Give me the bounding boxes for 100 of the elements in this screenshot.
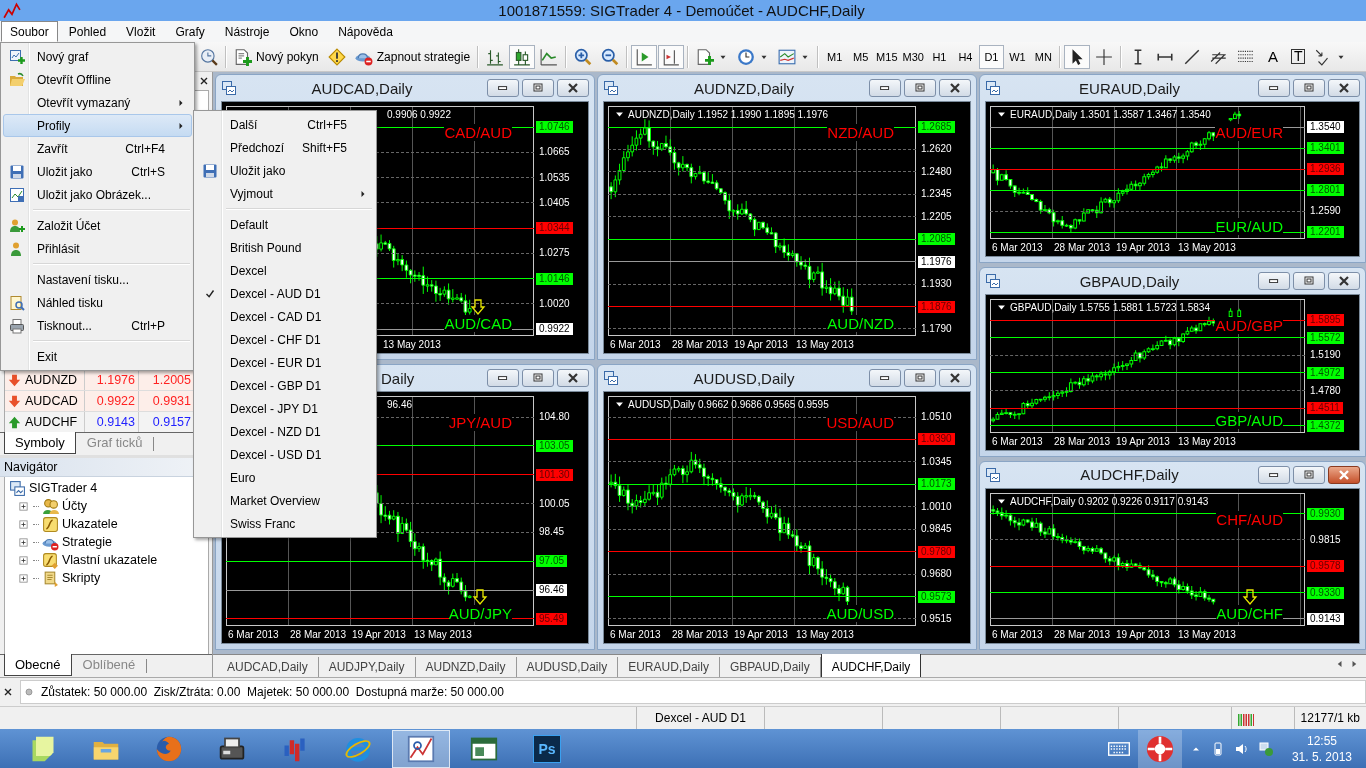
chart-info: AUDNZD,Daily 1.1952 1.1990 1.1895 1.1976	[628, 109, 829, 120]
menu-item[interactable]: Dexcel - AUD D1	[196, 282, 374, 305]
price-label: 1.4972	[1307, 366, 1344, 379]
text-label-button[interactable]: T	[1286, 44, 1310, 69]
price-label: 101.30	[536, 468, 573, 481]
price-label: 1.5190	[1309, 349, 1342, 362]
tree-item[interactable]: Účty	[5, 497, 87, 515]
menu-item[interactable]: Předchozí Shift+F5	[196, 136, 374, 159]
panel-tab[interactable]: Symboly	[4, 432, 76, 454]
menu-item[interactable]: Tisknout... Ctrl+P	[3, 314, 192, 337]
menu-item[interactable]: Nastavení tisku...	[3, 268, 192, 291]
price-label: 103.05	[536, 439, 573, 452]
menu-item[interactable]: Market Overview	[196, 489, 374, 512]
menu-item[interactable]: Default	[196, 213, 374, 236]
date-label: 13 May 2013	[1178, 435, 1237, 447]
price-label: 1.4780	[1309, 384, 1342, 397]
taskbar-button[interactable]: Ps	[518, 730, 576, 768]
price-label: 1.2205	[920, 210, 953, 223]
menu-item[interactable]: British Pound	[196, 236, 374, 259]
price-label: 96.46	[536, 584, 568, 597]
panel-tab[interactable]: Obecné	[4, 654, 72, 676]
menu-item[interactable]: Přihlásit	[3, 237, 192, 260]
pair-label: AUD/GBP	[1215, 317, 1283, 335]
traffic-status: 12177/1 kb	[1300, 711, 1360, 725]
menu-item[interactable]: Založit Účet	[3, 214, 192, 237]
pair-label: USD/AUD	[826, 414, 894, 431]
price-label: 1.0665	[538, 146, 571, 159]
pair-label: EUR/AUD	[1215, 218, 1283, 236]
date-label: 6 Mar 2013	[610, 629, 662, 640]
chart-info: 0.9906 0.9922	[387, 109, 451, 120]
clock-time: 12:55	[1306, 733, 1337, 749]
price-label: 0.9680	[920, 568, 953, 581]
menu-item[interactable]: Soubor	[1, 21, 58, 42]
timeframe-button[interactable]: W1	[1004, 44, 1030, 69]
menu-item[interactable]: Nový graf	[3, 45, 192, 68]
menu-item[interactable]: Pohled	[59, 21, 116, 42]
menu-item[interactable]: Profily	[3, 114, 192, 137]
menu-item[interactable]: Swiss Franc	[196, 512, 374, 535]
pair-label: AUD/CAD	[444, 315, 512, 332]
tree-item[interactable]: Vlastní ukazatele	[5, 551, 158, 569]
price-label: 97.05	[536, 555, 568, 568]
menu-item[interactable]: Okno	[280, 21, 328, 42]
menu-item[interactable]: Uložit jako Ctrl+S	[3, 160, 192, 183]
strategy-button[interactable]: Zapnout strategie	[350, 44, 475, 69]
price-label: 1.4372	[1307, 419, 1344, 432]
price-label: 100.05	[538, 497, 571, 510]
pair-label: AUD/NZD	[827, 315, 894, 332]
price-label: 1.3540	[1307, 121, 1344, 133]
timeframe-button[interactable]: M15	[874, 44, 900, 69]
symbol-cell: AUDCHF	[25, 415, 78, 429]
price-label: 0.9780	[918, 545, 955, 558]
pair-label: CHF/AUD	[1216, 510, 1283, 528]
menu-item[interactable]: Uložit jako Obrázek...	[3, 183, 192, 206]
timeframe-button[interactable]: MN	[1030, 44, 1056, 69]
menu-item[interactable]: Euro	[196, 466, 374, 489]
menu-item[interactable]: Uložit jako	[196, 159, 374, 182]
pair-label: GBP/AUD	[1215, 411, 1283, 429]
date-label: 6 Mar 2013	[992, 435, 1044, 447]
timeframe-button[interactable]: M5	[848, 44, 874, 69]
menu-item[interactable]: Nástroje	[215, 21, 279, 42]
timeframe-button[interactable]: H1	[926, 44, 952, 69]
menu-item[interactable]: Dexcel	[196, 259, 374, 282]
chart-info: 96.46	[387, 399, 413, 410]
date-label: 13 May 2013	[1178, 242, 1237, 254]
price-label: 1.0746	[536, 121, 573, 133]
text-tool-button[interactable]: A	[1259, 44, 1286, 69]
chart-tab[interactable]: AUDCHF,Daily	[820, 654, 922, 678]
menu-item[interactable]: Grafy	[166, 21, 214, 42]
tree-item[interactable]: SIGTrader 4	[5, 479, 98, 497]
price-cell: 1.2005	[152, 373, 191, 387]
menu-item[interactable]: Dexcel - USD D1	[196, 443, 374, 466]
profile-status: Dexcel - AUD D1	[655, 711, 746, 725]
timeframe-button[interactable]: M30	[900, 44, 926, 69]
timeframe-button[interactable]: M1	[822, 44, 848, 69]
date-label: 13 May 2013	[796, 629, 855, 640]
new-order-button[interactable]: Nový pokyn	[230, 44, 323, 69]
symbol-cell: AUDNZD	[25, 373, 78, 387]
timeframe-button[interactable]: H4	[952, 44, 978, 69]
timeframe-button[interactable]: D1	[978, 44, 1004, 69]
price-label: 0.9845	[920, 523, 953, 536]
menu-item[interactable]: Dexcel - CAD D1	[196, 305, 374, 328]
window-title: Daily	[381, 369, 415, 387]
menu-item[interactable]: Otevřít Offline	[3, 68, 192, 91]
price-label: 1.2801	[1307, 184, 1344, 197]
menu-item[interactable]: Zavřít Ctrl+F4	[3, 137, 192, 160]
menu-item[interactable]: Náhled tisku	[3, 291, 192, 314]
menu-item[interactable]: Dexcel - CHF D1	[196, 328, 374, 351]
menu-item[interactable]: Otevřít vymazaný	[3, 91, 192, 114]
pair-label: CAD/AUD	[444, 124, 512, 141]
menu-item[interactable]: Vložit	[117, 21, 165, 42]
tree-item[interactable]: Ukazatele	[5, 515, 118, 533]
price-cell: 0.9157	[152, 415, 191, 429]
menu-item[interactable]: Nápověda	[329, 21, 402, 42]
price-label: 1.1790	[920, 322, 953, 335]
menu-item[interactable]: Vyjmout	[196, 182, 374, 205]
tree-item[interactable]: Skripty	[5, 569, 101, 587]
menu-item[interactable]: Další Ctrl+F5	[196, 113, 374, 136]
price-label: 1.0275	[538, 247, 571, 260]
tree-item[interactable]: Strategie	[5, 533, 113, 551]
menu-item[interactable]: Exit	[3, 345, 192, 368]
